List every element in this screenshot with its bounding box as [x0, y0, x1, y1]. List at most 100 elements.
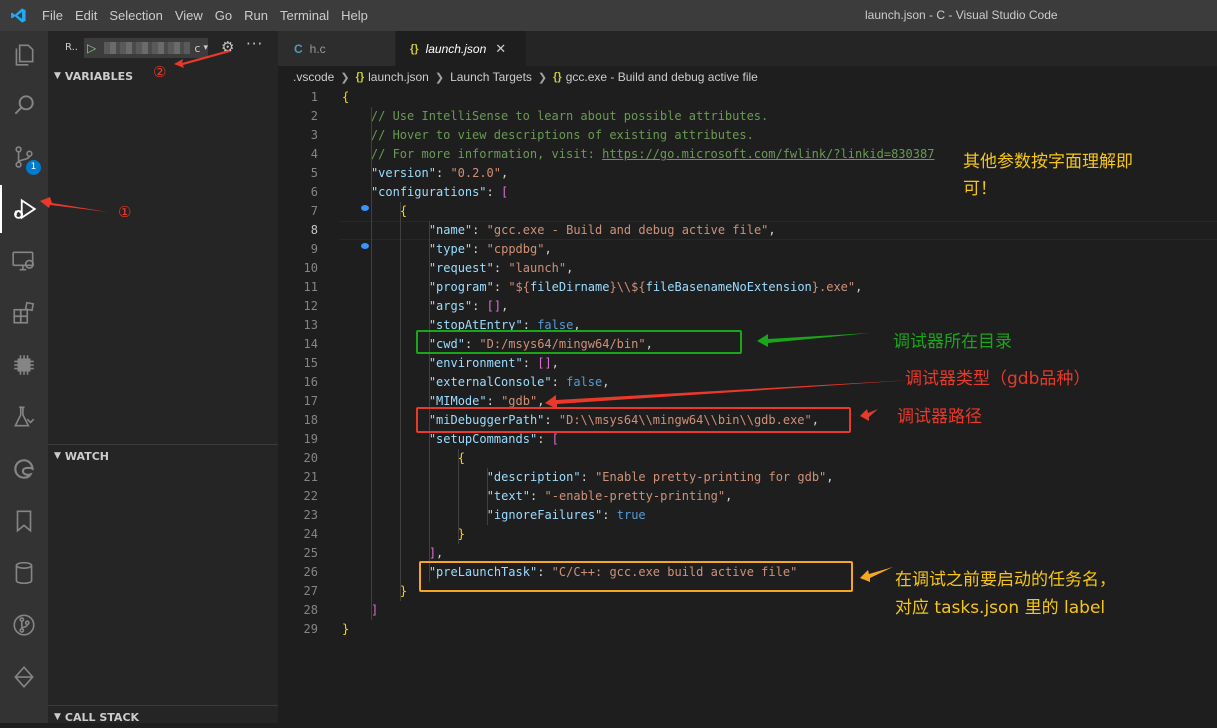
call-stack-section-header[interactable]: ▼ CALL STACK: [48, 706, 278, 728]
code-text: "configurations": [: [370, 185, 509, 199]
note-prelaunch-task-2: 对应 tasks.json 里的 label: [895, 598, 1106, 618]
chip-icon[interactable]: [0, 341, 48, 389]
breadcrumb-item[interactable]: gcc.exe - Build and debug active file: [566, 70, 758, 84]
code-line[interactable]: 22 "text": "-enable-pretty-printing",: [278, 487, 1217, 506]
code-line[interactable]: 29}: [278, 620, 1217, 639]
source-control-icon[interactable]: 1: [0, 133, 48, 181]
line-number: 3: [310, 128, 318, 142]
chevron-down-icon: ▾: [203, 43, 208, 53]
code-line[interactable]: 9 "type": "cppdbg",: [278, 240, 1217, 259]
code-line[interactable]: 3 // Hover to view descriptions of exist…: [278, 126, 1217, 145]
code-text: }: [457, 527, 465, 541]
menu-file[interactable]: File: [36, 8, 69, 23]
explorer-icon[interactable]: [0, 31, 48, 79]
debug-config-select[interactable]: ▷ c ▾: [84, 38, 208, 58]
chevron-down-icon: ▼: [54, 71, 61, 81]
code-text: "args": [],: [428, 299, 509, 313]
code-line[interactable]: 23 "ignoreFailures": true: [278, 506, 1217, 525]
database-icon[interactable]: [0, 549, 48, 597]
editor-tabs: C h.c {} launch.json ✕: [278, 31, 1217, 66]
line-number: 10: [303, 261, 318, 275]
code-line[interactable]: 20 {: [278, 449, 1217, 468]
code-line[interactable]: 10 "request": "launch",: [278, 259, 1217, 278]
line-number: 13: [303, 318, 318, 332]
code-line[interactable]: 24 }: [278, 525, 1217, 544]
json-object-icon: {}: [553, 71, 562, 83]
deploy-icon[interactable]: [0, 653, 48, 701]
code-line[interactable]: 12 "args": [],: [278, 297, 1217, 316]
debug-toolbar: R.. ▷ c ▾ ⚙ ···: [48, 31, 278, 64]
close-icon[interactable]: ✕: [495, 41, 506, 57]
start-debugging-icon[interactable]: ▷: [87, 41, 96, 55]
chevron-down-icon: ▼: [54, 451, 61, 461]
code-line[interactable]: 11 "program": "${fileDirname}\\${fileBas…: [278, 278, 1217, 297]
line-number: 23: [303, 508, 318, 522]
code-text: "version": "0.2.0",: [370, 166, 509, 180]
tab-launch-json[interactable]: {} launch.json ✕: [396, 31, 526, 66]
more-actions-icon[interactable]: ···: [246, 35, 263, 53]
folding-dot-icon[interactable]: [361, 205, 369, 211]
code-line[interactable]: 6 "configurations": [: [278, 183, 1217, 202]
code-line[interactable]: 8 "name": "gcc.exe - Build and debug act…: [278, 221, 1217, 240]
watch-section-header[interactable]: ▼ WATCH: [48, 445, 278, 467]
line-number: 16: [303, 375, 318, 389]
remote-explorer-icon[interactable]: [0, 237, 48, 285]
code-line[interactable]: 7 {: [278, 202, 1217, 221]
bookmark-icon[interactable]: [0, 497, 48, 545]
variables-title: VARIABLES: [64, 69, 134, 83]
menu-edit[interactable]: Edit: [69, 8, 103, 23]
menu-terminal[interactable]: Terminal: [274, 8, 335, 23]
line-number: 15: [303, 356, 318, 370]
line-number: 18: [303, 413, 318, 427]
code-text: "type": "cppdbg",: [428, 242, 552, 256]
breadcrumb: .vscode ❯ {} launch.json ❯ Launch Target…: [278, 66, 1217, 88]
c-file-icon: C: [294, 41, 303, 56]
code-text: "description": "Enable pretty-printing f…: [486, 470, 834, 484]
chevron-right-icon: ❯: [434, 71, 445, 84]
open-launch-json-gear-icon[interactable]: ⚙: [221, 38, 234, 56]
line-number: 25: [303, 546, 318, 560]
code-text: {: [342, 90, 350, 104]
code-text: "name": "gcc.exe - Build and debug activ…: [428, 223, 776, 237]
run-debug-icon[interactable]: [0, 185, 48, 233]
breadcrumb-item[interactable]: launch.json: [368, 70, 429, 84]
code-text: "environment": [],: [428, 356, 559, 370]
search-icon[interactable]: [0, 81, 48, 129]
code-text: {: [457, 451, 465, 465]
code-line[interactable]: 1{: [278, 88, 1217, 107]
debug-config-name: c: [194, 41, 201, 55]
code-text: // Hover to view descriptions of existin…: [370, 128, 754, 142]
edge-browser-icon[interactable]: [0, 445, 48, 493]
line-number: 7: [310, 204, 318, 218]
line-number: 12: [303, 299, 318, 313]
menu-view[interactable]: View: [169, 8, 209, 23]
line-number: 29: [303, 622, 318, 636]
tab-h-c[interactable]: C h.c: [278, 31, 395, 66]
line-number: 5: [310, 166, 318, 180]
watch-title: WATCH: [64, 449, 110, 463]
code-editor[interactable]: 1{2 // Use IntelliSense to learn about p…: [278, 88, 1217, 723]
test-flask-icon[interactable]: [0, 393, 48, 441]
breadcrumb-item[interactable]: .vscode: [293, 70, 334, 84]
menu-go[interactable]: Go: [209, 8, 238, 23]
chevron-right-icon: ❯: [340, 71, 350, 84]
cwd-highlight-box: [416, 330, 742, 354]
blurred-config-name: [104, 42, 191, 54]
code-line[interactable]: 21 "description": "Enable pretty-printin…: [278, 468, 1217, 487]
menu-help[interactable]: Help: [335, 8, 374, 23]
code-text: ]: [370, 603, 379, 617]
menu-selection[interactable]: Selection: [103, 8, 168, 23]
menu-run[interactable]: Run: [238, 8, 274, 23]
folding-dot-icon[interactable]: [361, 243, 369, 249]
indent-guide: [428, 221, 430, 582]
code-text: {: [399, 204, 408, 218]
git-graph-icon[interactable]: [0, 601, 48, 649]
line-number: 26: [303, 565, 318, 579]
breadcrumb-item[interactable]: Launch Targets: [450, 70, 532, 84]
window-title: launch.json - C - Visual Studio Code: [865, 8, 1058, 22]
extensions-icon[interactable]: [0, 289, 48, 337]
note-debugger-type: 调试器类型（gdb品种）: [905, 369, 1091, 389]
code-line[interactable]: 2 // Use IntelliSense to learn about pos…: [278, 107, 1217, 126]
line-number: 20: [303, 451, 318, 465]
indent-guide: [370, 107, 372, 620]
